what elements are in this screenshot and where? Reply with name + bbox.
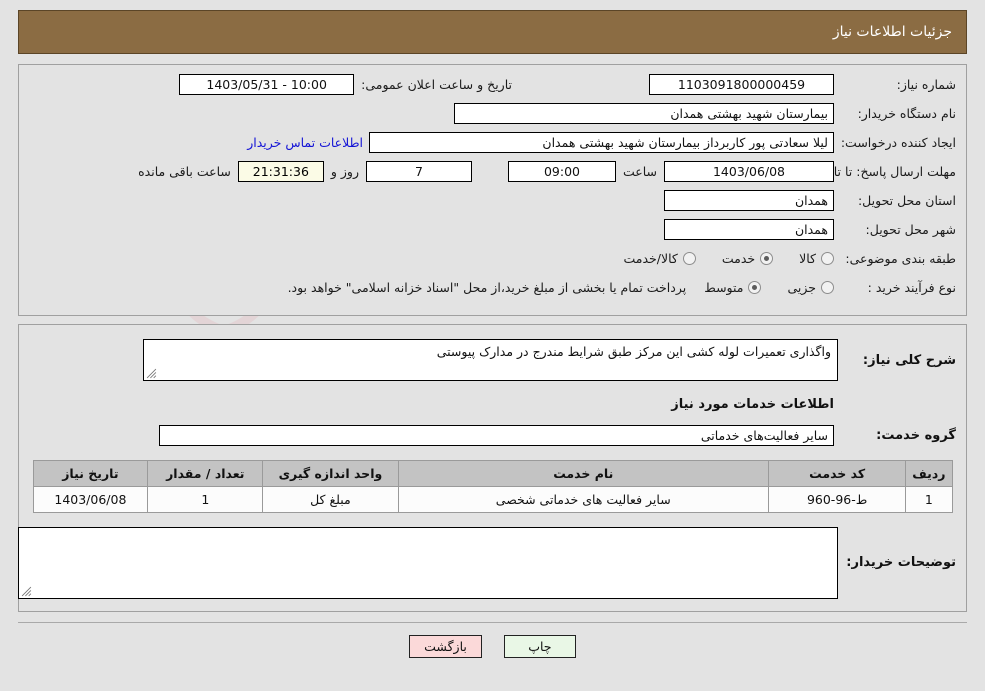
description-label: شرح کلی نیاز: [862, 353, 956, 368]
row-province: استان محل تحویل: همدان [29, 189, 956, 211]
province-label: استان محل تحویل: [857, 192, 956, 208]
resize-grip-icon [146, 368, 157, 379]
purchase-type-option-medium-label: متوسط [704, 279, 744, 295]
th-name: نام خدمت [397, 460, 769, 487]
th-unit: واحد اندازه گیری [262, 460, 399, 487]
cell-radif: 1 [905, 486, 953, 513]
cell-unit: مبلغ کل [262, 486, 399, 513]
province-value: همدان [664, 189, 834, 211]
requester-label: ایجاد کننده درخواست: [840, 134, 956, 150]
category-label: طبقه بندی موضوعی: [845, 250, 956, 266]
need-number-value: 1103091800000459 [649, 73, 834, 95]
radio-icon[interactable] [760, 251, 774, 265]
row-deadline: مهلت ارسال پاسخ: تا تاریخ: 1403/06/08 سا… [29, 160, 956, 182]
cell-qty: 1 [147, 486, 264, 513]
public-announce-value: 1403/05/31 - 10:00 [179, 73, 355, 95]
remaining-hours-label: ساعت باقی مانده [138, 163, 231, 179]
need-info-panel: شماره نیاز: 1103091800000459 تاریخ و ساع… [18, 64, 967, 316]
category-option-service-label: خدمت [721, 250, 756, 266]
category-option-goods-label: کالا [799, 250, 816, 266]
details-panel: شرح کلی نیاز: واگذاری تعمیرات لوله کشی ا… [18, 324, 967, 612]
purchase-type-option-medium[interactable]: متوسط [704, 279, 762, 295]
page-header: جزئیات اطلاعات نیاز [18, 10, 967, 54]
buyer-comments-label: توضیحات خریدار: [846, 555, 956, 570]
category-option-goods-service[interactable]: کالا/خدمت [623, 250, 696, 266]
row-service-group: گروه خدمت: سایر فعالیت‌های خدماتی [29, 424, 956, 446]
radio-icon[interactable] [821, 251, 834, 265]
category-option-goods[interactable]: کالا [799, 251, 834, 266]
purchase-type-option-minor[interactable]: جزیی [787, 280, 834, 295]
public-announce-label: تاریخ و ساعت اعلان عمومی: [361, 76, 512, 92]
buyer-org-value: بیمارستان شهید بهشتی همدان [454, 102, 834, 124]
th-date: تاریخ نیاز [32, 460, 149, 487]
radio-icon[interactable] [748, 280, 762, 294]
row-buyer-org: نام دستگاه خریدار: بیمارستان شهید بهشتی … [29, 102, 956, 124]
row-need-number: شماره نیاز: 1103091800000459 تاریخ و ساع… [29, 73, 956, 95]
countdown-timer: 21:31:36 [237, 160, 324, 182]
deadline-date-value: 1403/06/08 [664, 160, 834, 182]
back-button[interactable]: بازگشت [409, 635, 482, 658]
remaining-days-value: 7 [365, 160, 472, 182]
table-row: 1 ط-96-960 سایر فعالیت های خدماتی شخصی م… [32, 486, 953, 513]
purchase-type-option-minor-label: جزیی [787, 279, 816, 295]
row-requester: ایجاد کننده درخواست: لیلا سعادتی پور کار… [29, 131, 956, 153]
category-radio-group: کالا خدمت کالا/خدمت [623, 251, 834, 266]
deadline-hour-value: 09:00 [507, 160, 616, 182]
row-category: طبقه بندی موضوعی: کالا خدمت کالا/خدمت [29, 247, 956, 269]
cell-name: سایر فعالیت های خدماتی شخصی [397, 486, 769, 513]
city-value: همدان [664, 218, 834, 240]
cell-code: ط-96-960 [767, 486, 907, 513]
deadline-label: مهلت ارسال پاسخ: تا تاریخ: [811, 163, 956, 179]
requester-value: لیلا سعادتی پور کاربرداز بیمارستان شهید … [369, 131, 834, 153]
category-option-service[interactable]: خدمت [721, 250, 774, 266]
services-table: ردیف کد خدمت نام خدمت واحد اندازه گیری ت… [32, 460, 953, 513]
purchase-type-note: پرداخت تمام یا بخشی از مبلغ خرید،از محل … [287, 279, 687, 295]
buyer-comments-textarea[interactable] [18, 527, 838, 599]
need-number-label: شماره نیاز: [896, 76, 956, 92]
buyer-contact-link[interactable]: اطلاعات تماس خریدار [241, 135, 369, 150]
row-buyer-comments: توضیحات خریدار: [18, 527, 956, 599]
deadline-hour-label: ساعت [622, 163, 657, 179]
description-textarea[interactable]: واگذاری تعمیرات لوله کشی این مرکز طبق شر… [143, 339, 838, 381]
service-group-label: گروه خدمت: [876, 427, 956, 443]
footer-actions: چاپ بازگشت [18, 622, 967, 658]
cell-date: 1403/06/08 [32, 486, 149, 513]
purchase-type-radio-group: جزیی متوسط [704, 280, 834, 295]
th-code: کد خدمت [767, 460, 907, 487]
th-qty: تعداد / مقدار [147, 460, 264, 487]
print-button[interactable]: چاپ [503, 635, 576, 658]
page-title: جزئیات اطلاعات نیاز [832, 24, 952, 40]
radio-icon[interactable] [821, 280, 834, 294]
buyer-org-label: نام دستگاه خریدار: [857, 105, 956, 121]
resize-grip-icon [21, 586, 32, 597]
services-section-title: اطلاعات خدمات مورد نیاز [671, 397, 834, 412]
row-city: شهر محل تحویل: همدان [29, 218, 956, 240]
service-group-value: سایر فعالیت‌های خدماتی [159, 424, 834, 446]
radio-icon[interactable] [682, 251, 696, 265]
row-description: شرح کلی نیاز: واگذاری تعمیرات لوله کشی ا… [29, 339, 956, 381]
row-purchase-type: نوع فرآیند خرید : جزیی متوسط پرداخت تمام… [29, 276, 956, 298]
purchase-type-label: نوع فرآیند خرید : [867, 279, 956, 295]
city-label: شهر محل تحویل: [865, 221, 956, 237]
remaining-days-label: روز و [330, 163, 359, 179]
page-root: جزئیات اطلاعات نیاز شماره نیاز: 11030918… [0, 10, 985, 691]
table-header-row: ردیف کد خدمت نام خدمت واحد اندازه گیری ت… [32, 460, 953, 487]
category-option-goods-service-label: کالا/خدمت [623, 250, 678, 266]
th-radif: ردیف [905, 460, 953, 487]
